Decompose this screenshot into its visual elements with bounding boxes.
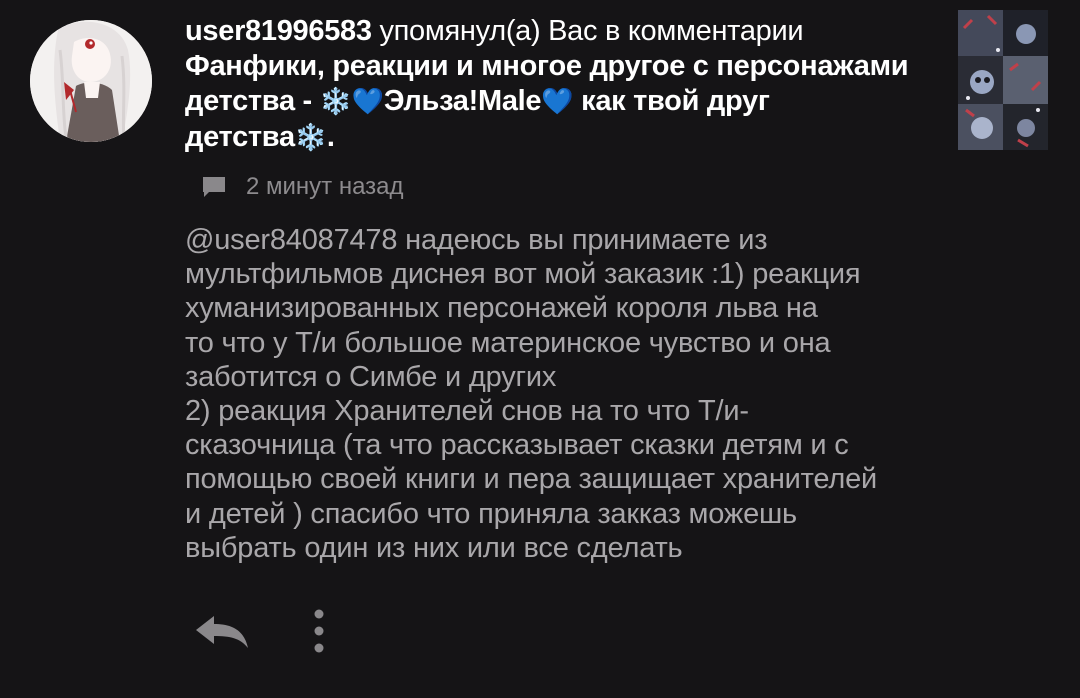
- title-part-2: Эльза!Male: [383, 85, 542, 117]
- meta-row: 2 минут назад: [202, 172, 404, 202]
- comment-icon: [203, 177, 225, 197]
- fanfic-cover-thumbnail[interactable]: [958, 10, 1048, 150]
- timestamp: 2 минут назад: [246, 173, 404, 200]
- notification-header[interactable]: user81996583 упомянул(а) Вас в комментар…: [185, 14, 925, 156]
- snowflake-icon: ❄️: [319, 87, 352, 117]
- username-link[interactable]: user81996583: [185, 15, 372, 47]
- avatar[interactable]: [30, 20, 152, 142]
- snowflake-icon: ❄️: [294, 123, 327, 153]
- more-vertical-icon[interactable]: [304, 606, 334, 656]
- blue-heart-icon: 💙: [541, 87, 574, 117]
- comment-text: @user84087478 надеюсь вы принимаете из м…: [185, 224, 878, 564]
- title-end: .: [326, 121, 335, 153]
- reply-icon[interactable]: [192, 612, 252, 652]
- blue-heart-icon: 💙: [351, 87, 384, 117]
- mention-text: упомянул(а) Вас в комментарии: [379, 15, 804, 47]
- fanfic-title[interactable]: Фанфики, реакции и многое другое с персо…: [185, 50, 909, 153]
